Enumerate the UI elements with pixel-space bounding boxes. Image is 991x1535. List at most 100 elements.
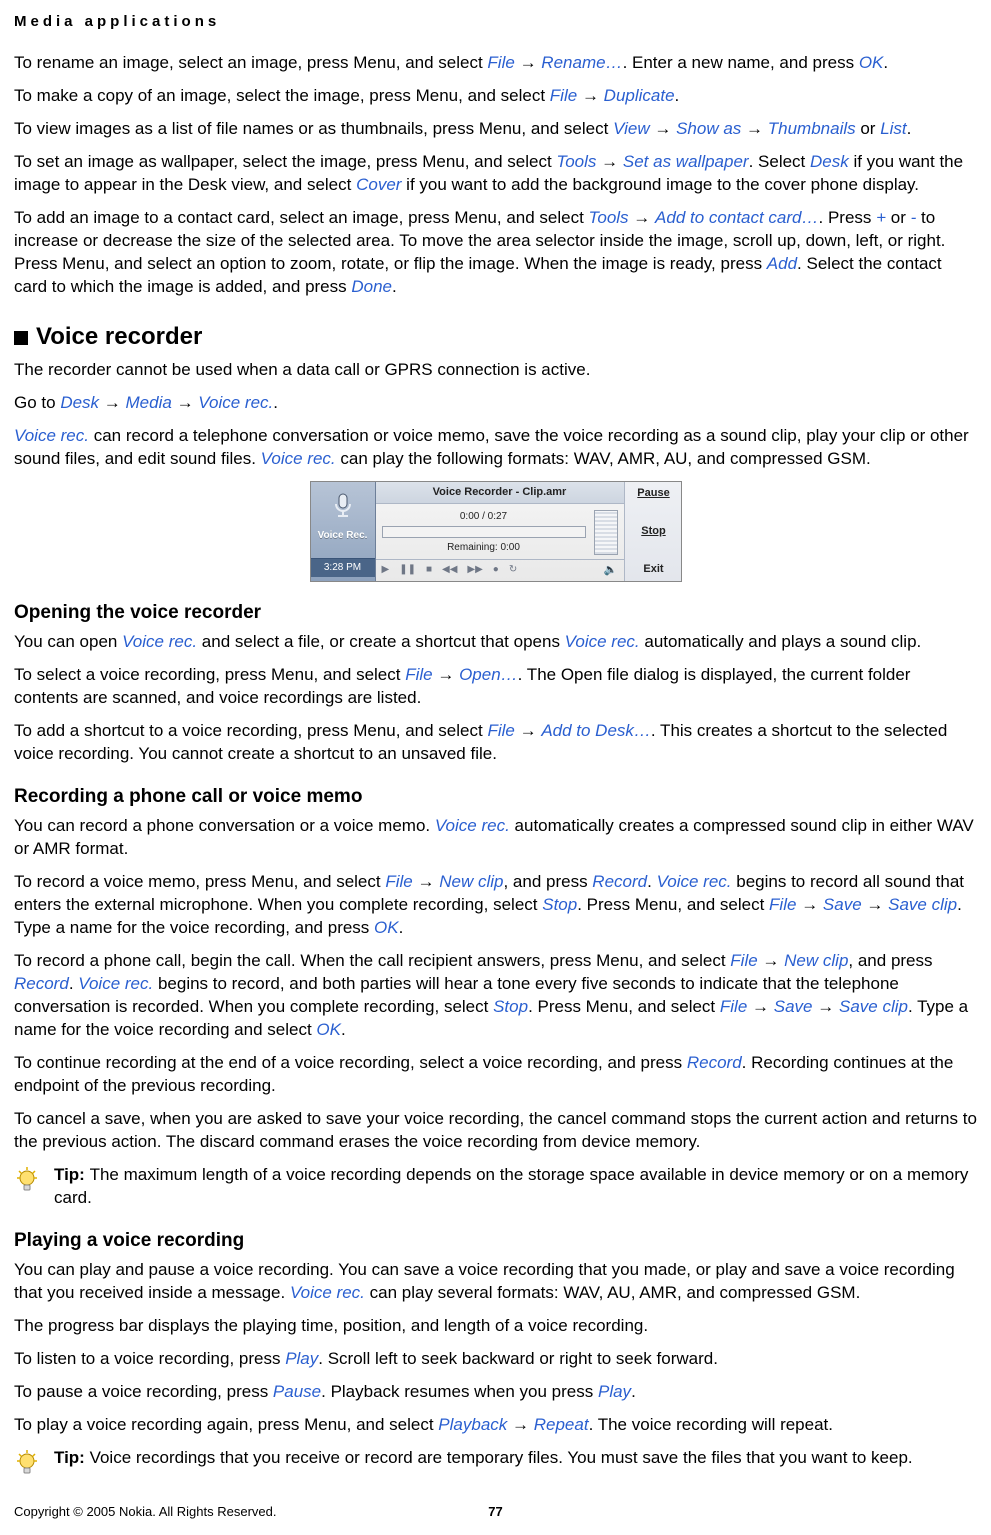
text: . Scroll left to seek backward or right … <box>318 1349 718 1368</box>
arrow-icon: → <box>104 393 121 412</box>
subhead-opening: Opening the voice recorder <box>14 600 977 626</box>
rewind-icon: ◀◀ <box>442 563 457 577</box>
cmd-voice-rec: Voice rec. <box>290 1283 365 1302</box>
text: To add an image to a contact card, selec… <box>14 208 589 227</box>
text: . <box>69 974 78 993</box>
cmd-file: File <box>720 997 747 1016</box>
cmd-voice-rec: Voice rec. <box>261 449 336 468</box>
cmd-record: Record <box>592 872 647 891</box>
cmd-add-to-desk: Add to Desk… <box>541 721 651 740</box>
softkey-stop: Stop <box>631 524 677 539</box>
cmd-thumbnails: Thumbnails <box>768 119 856 138</box>
voice-recorder-window: Voice Rec. 3:28 PM Voice Recorder - Clip… <box>310 481 682 582</box>
text: You can record a phone conversation or a… <box>14 816 435 835</box>
text: . The voice recording will repeat. <box>589 1415 833 1434</box>
cmd-save: Save <box>823 895 862 914</box>
cmd-tools: Tools <box>589 208 629 227</box>
para-play-intro: You can play and pause a voice recording… <box>14 1259 977 1305</box>
cmd-stop: Stop <box>542 895 577 914</box>
cmd-save: Save <box>774 997 813 1016</box>
section-title: Voice recorder <box>36 323 202 350</box>
tip-temp-files: Tip: Voice recordings that you receive o… <box>14 1447 977 1479</box>
speaker-icon: 🔈 <box>604 563 618 578</box>
text: To make a copy of an image, select the i… <box>14 86 550 105</box>
page-footer: Copyright © 2005 Nokia. All Rights Reser… <box>14 1503 977 1521</box>
text: To pause a voice recording, press <box>14 1382 273 1401</box>
cmd-show-as: Show as <box>676 119 741 138</box>
text: if you want to add the background image … <box>401 175 919 194</box>
footer-page-number: 77 <box>14 1503 977 1521</box>
text: To view images as a list of file names o… <box>14 119 613 138</box>
cmd-ok: OK <box>316 1020 341 1039</box>
arrow-icon: → <box>512 1415 529 1434</box>
arrow-icon: → <box>633 208 650 227</box>
para-continue-recording: To continue recording at the end of a vo… <box>14 1052 977 1098</box>
cmd-rename: Rename… <box>541 53 622 72</box>
playback-toolbar: ▶ ❚❚ ■ ◀◀ ▶▶ ● ↻ 🔈 <box>376 559 624 581</box>
text: . <box>341 1020 346 1039</box>
cmd-file: File <box>769 895 796 914</box>
repeat-icon: ↻ <box>509 563 517 577</box>
text: . <box>907 119 912 138</box>
para-add-shortcut: To add a shortcut to a voice recording, … <box>14 720 977 766</box>
text: To listen to a voice recording, press <box>14 1349 285 1368</box>
cmd-open: Open… <box>459 665 518 684</box>
tip-text: The maximum length of a voice recording … <box>54 1165 968 1207</box>
text: To select a voice recording, press Menu,… <box>14 665 405 684</box>
para-open-voice-rec: You can open Voice rec. and select a fil… <box>14 631 977 654</box>
para-add-to-contact: To add an image to a contact card, selec… <box>14 207 977 299</box>
stop-icon: ■ <box>426 563 432 577</box>
text: Go to <box>14 393 60 412</box>
cmd-duplicate: Duplicate <box>604 86 675 105</box>
text: or <box>886 208 911 227</box>
cmd-file: File <box>405 665 432 684</box>
arrow-icon: → <box>817 997 834 1016</box>
para-record-call: To record a phone call, begin the call. … <box>14 950 977 1042</box>
cmd-desk: Desk <box>60 393 99 412</box>
text: You can open <box>14 632 122 651</box>
cmd-record: Record <box>14 974 69 993</box>
cmd-desk: Desk <box>810 152 849 171</box>
text: . Press <box>819 208 877 227</box>
para-recorder-limit: The recorder cannot be used when a data … <box>14 359 977 382</box>
text: automatically and plays a sound clip. <box>640 632 922 651</box>
arrow-icon: → <box>762 951 779 970</box>
arrow-icon: → <box>582 86 599 105</box>
microphone-icon <box>311 492 375 525</box>
text: . Press Menu, and select <box>577 895 769 914</box>
section-voice-recorder: Voice recorder <box>14 321 977 353</box>
arrow-icon: → <box>866 895 883 914</box>
page: Media applications To rename an image, s… <box>0 0 991 1535</box>
app-main: Voice Recorder - Clip.amr 0:00 / 0:27 Re… <box>376 482 624 581</box>
arrow-icon: → <box>177 393 194 412</box>
para-goto-voice-rec: Go to Desk → Media → Voice rec.. <box>14 392 977 415</box>
cmd-playback: Playback <box>438 1415 507 1434</box>
cmd-record: Record <box>687 1053 742 1072</box>
para-select-recording: To select a voice recording, press Menu,… <box>14 664 977 710</box>
cmd-voice-rec: Voice rec. <box>122 632 197 651</box>
text: . <box>631 1382 636 1401</box>
softkey-panel: Pause Stop Exit <box>624 482 681 581</box>
text: . <box>675 86 680 105</box>
cmd-file: File <box>385 872 412 891</box>
arrow-icon: → <box>417 872 434 891</box>
cmd-list: List <box>880 119 906 138</box>
text: . <box>273 393 278 412</box>
text: . Playback resumes when you press <box>321 1382 598 1401</box>
lightbulb-icon <box>14 1449 40 1479</box>
para-cancel-save: To cancel a save, when you are asked to … <box>14 1108 977 1154</box>
tip-text: Voice recordings that you receive or rec… <box>90 1448 913 1467</box>
para-listen: To listen to a voice recording, press Pl… <box>14 1348 977 1371</box>
cmd-done: Done <box>351 277 392 296</box>
progress-bar <box>382 526 586 538</box>
cmd-save-clip: Save clip <box>839 997 908 1016</box>
subhead-recording: Recording a phone call or voice memo <box>14 784 977 810</box>
pause-icon: ❚❚ <box>399 563 416 577</box>
level-meter <box>594 510 618 555</box>
cmd-save-clip: Save clip <box>888 895 957 914</box>
cmd-pause: Pause <box>273 1382 321 1401</box>
arrow-icon: → <box>752 997 769 1016</box>
cmd-repeat: Repeat <box>534 1415 589 1434</box>
text: To continue recording at the end of a vo… <box>14 1053 687 1072</box>
app-sidebar: Voice Rec. 3:28 PM <box>311 482 376 581</box>
